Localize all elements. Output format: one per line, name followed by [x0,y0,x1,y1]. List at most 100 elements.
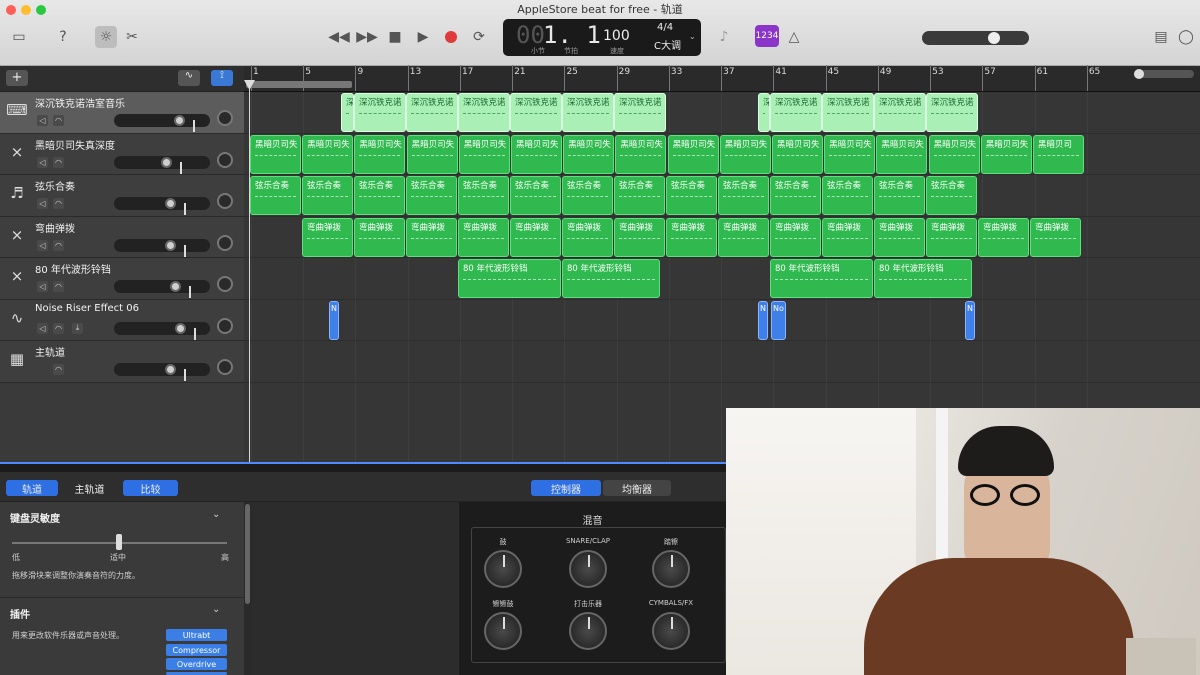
track-lane[interactable] [244,341,1200,383]
pan-knob[interactable] [217,110,233,126]
track-volume-knob[interactable] [175,322,197,340]
midi-region[interactable]: 弯曲弹拨 [718,217,769,257]
tab-compare[interactable]: 比较 [123,480,178,496]
plugin-slot[interactable]: Overdrive [166,658,227,670]
track-header[interactable]: ∿ Noise Riser Effect 06 ◁ ◠ ⤓ [0,299,244,341]
filter-icon[interactable]: ⟟ [211,70,233,86]
midi-region[interactable]: 弯曲弹拨 [666,217,717,257]
download-icon[interactable]: ⤓ [72,322,83,334]
midi-region[interactable]: 弯曲弹拨 [770,217,821,257]
midi-region[interactable]: 深沉铁克诺 [562,93,614,132]
midi-region[interactable]: 黑暗贝司失 [772,134,823,174]
midi-region[interactable]: 弦乐合奏 [822,176,873,215]
inspector-scrollbar-thumb[interactable] [245,504,250,604]
headphones-icon[interactable]: ◠ [53,115,64,126]
track-volume-slider[interactable] [114,238,210,257]
zoom-slider-knob[interactable] [1134,69,1144,79]
track-header[interactable]: ▦ 主轨道 ◠ [0,341,244,383]
audio-region[interactable]: N [758,300,768,340]
chevron-down-icon[interactable]: ⌄ [689,32,696,41]
zoom-slider[interactable] [1134,69,1194,79]
midi-region[interactable]: 黑暗贝司失 [876,134,928,174]
audio-region[interactable]: N [965,300,975,340]
chevron-down-icon[interactable]: ⌄ [212,509,220,520]
headphones-icon[interactable]: ◠ [53,281,64,292]
loop-browser-icon[interactable]: ◯ [1175,26,1197,48]
midi-region[interactable]: 弯曲弹拨 [1030,217,1081,257]
mute-icon[interactable]: ◁ [37,115,48,126]
midi-region[interactable]: 弦乐合奏 [562,176,613,215]
midi-region[interactable]: 深沉铁克诺 [874,93,926,132]
cycle-icon[interactable]: ⟳ [468,26,490,48]
plugin-slot[interactable]: Ultrabt [166,629,227,641]
midi-region[interactable]: 弦乐合奏 [614,176,665,215]
pan-knob[interactable] [217,359,233,375]
track-lane[interactable] [244,258,1200,300]
cycle-region[interactable] [246,81,352,88]
midi-region[interactable]: 黑暗贝司失 [406,134,458,174]
midi-region[interactable]: 黑暗贝司失 [354,134,406,174]
mute-icon[interactable]: ◁ [37,322,48,334]
midi-region[interactable]: 弦乐合奏 [458,176,509,215]
arrange-area[interactable]: 深深沉铁克诺 深沉铁克诺 深沉铁克诺 深沉铁克诺 深沉铁克诺 深沉铁克诺 深沉铁克诺 深沉铁克… [244,92,1200,462]
tab-eq[interactable]: 均衡器 [603,480,671,496]
midi-region[interactable]: 黑暗贝司失 [719,134,771,174]
pan-knob[interactable] [217,193,233,209]
midi-region[interactable]: 深沉铁克诺 [406,93,458,132]
mute-icon[interactable]: ◁ [37,198,48,209]
track-volume-knob[interactable] [170,281,192,298]
mixer-knob[interactable] [569,550,607,588]
playhead[interactable] [249,80,250,462]
track-header[interactable]: ⨯ 弯曲弹拨 ◁ ◠ [0,216,244,258]
midi-region[interactable]: 深沉铁克诺 [510,93,562,132]
track-volume-slider[interactable] [114,321,210,340]
midi-region[interactable]: 黑暗贝司失 [824,134,876,174]
midi-region[interactable]: 弯曲弹拨 [406,217,457,257]
midi-region[interactable]: 黑暗贝司失 [980,134,1032,174]
tab-master[interactable]: 主轨道 [62,480,117,496]
midi-region[interactable]: 黑暗贝司失 [928,134,980,174]
metronome-icon[interactable]: △ [783,26,805,48]
midi-region[interactable]: 黑暗贝司失 [302,134,354,174]
help-icon[interactable]: ? [52,26,74,48]
mute-icon[interactable]: ◁ [37,281,48,292]
midi-region[interactable]: 弦乐合奏 [874,176,925,215]
midi-region[interactable]: 弦乐合奏 [510,176,561,215]
midi-region[interactable]: 弯曲弹拨 [978,217,1029,257]
play-button[interactable]: ▶ [412,26,434,48]
midi-region[interactable]: 深沉铁克诺 [770,93,822,132]
automation-icon[interactable]: ∿ [178,70,200,86]
midi-region[interactable]: 80 年代波形铃铛 [458,259,561,298]
sensitivity-slider-thumb[interactable] [116,534,122,550]
mute-icon[interactable]: ◁ [37,239,48,251]
track-header[interactable]: ⨯ 黑暗贝司失真深度 ◁ ◠ [0,133,244,175]
count-in-button[interactable]: 1234 [755,25,779,47]
track-lane[interactable] [244,300,1200,341]
add-track-button[interactable]: + [6,70,28,86]
headphones-icon[interactable]: ◠ [53,364,64,375]
track-volume-slider[interactable] [114,197,210,215]
sensitivity-slider[interactable] [12,534,227,550]
smart-controls-icon[interactable]: ☼ [95,26,117,48]
mixer-knob[interactable] [484,550,522,588]
track-volume-slider[interactable] [114,114,210,132]
mute-icon[interactable]: ◁ [37,156,48,168]
midi-region[interactable]: 80 年代波形铃铛 [874,259,972,298]
midi-region[interactable]: 弦乐合奏 [406,176,457,215]
midi-region[interactable]: 弯曲弹拨 [874,217,925,257]
lcd-display[interactable]: 00 1. 1 小节 节拍 100 速度 4/4 C大调 ⌄ [503,19,701,56]
headphones-icon[interactable]: ◠ [53,156,64,168]
audio-region[interactable]: N [329,300,339,340]
midi-region[interactable]: 深沉铁克诺 [614,93,666,132]
midi-region[interactable]: 弯曲弹拨 [822,217,873,257]
headphones-icon[interactable]: ◠ [53,198,64,209]
midi-region[interactable]: 80 年代波形铃铛 [562,259,660,298]
scissors-icon[interactable]: ✂ [121,26,143,48]
timeline-ruler[interactable]: 1 5 9 13 17 21 25 29 33 37 41 45 49 53 57 61 65 [244,65,1200,92]
track-volume-slider[interactable] [114,155,210,174]
midi-region[interactable]: 深沉铁克诺 [822,93,874,132]
midi-region[interactable]: 深沉铁克诺 [458,93,510,132]
midi-region[interactable]: 弦乐合奏 [770,176,821,215]
midi-region[interactable]: 弯曲弹拨 [354,217,405,257]
midi-region[interactable]: 弦乐合奏 [926,176,977,215]
